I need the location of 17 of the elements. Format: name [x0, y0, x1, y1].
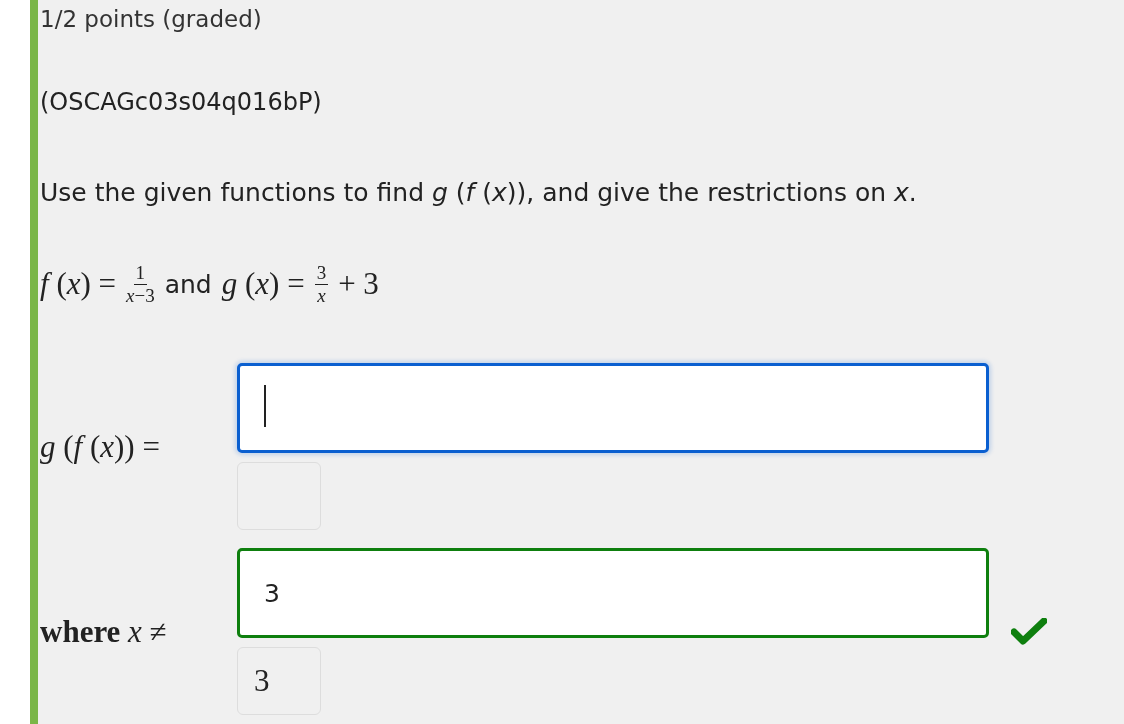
connecting-word: and: [164, 269, 212, 299]
fraction-denominator: x−3: [126, 285, 155, 305]
answer-field[interactable]: [237, 363, 989, 453]
math-preview: 3: [237, 647, 321, 715]
problem-id: (OSCAGc03s04q016bP): [40, 88, 323, 116]
answer-label: where x ≠: [40, 613, 168, 650]
math-expression: + 3: [338, 266, 379, 302]
text-cursor: [264, 385, 266, 427]
fraction-numerator: 3: [314, 263, 329, 285]
answer-field[interactable]: 3: [237, 548, 989, 638]
fraction-numerator: 1: [133, 263, 148, 285]
answer-label: g (f (x)) =: [40, 428, 161, 465]
math-expression: f (x) =: [40, 266, 117, 302]
fraction-denominator: x: [317, 285, 326, 305]
math-expression: g (x) =: [221, 266, 305, 302]
question-prompt: Use the given functions to find g (f (x)), and give the restrictions on x.: [40, 178, 918, 207]
score-text: 1/2 points (graded): [40, 6, 263, 32]
